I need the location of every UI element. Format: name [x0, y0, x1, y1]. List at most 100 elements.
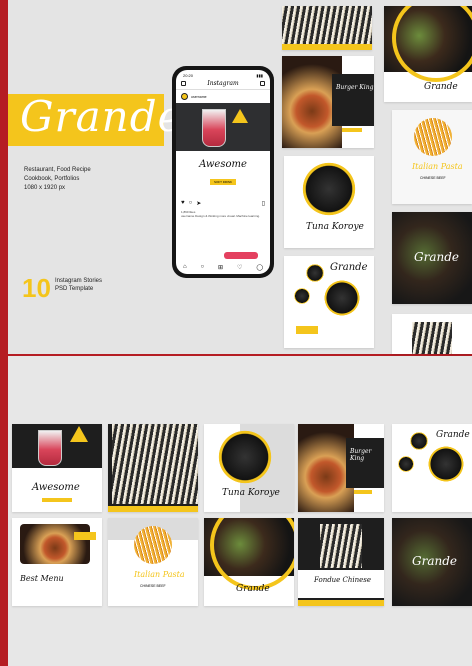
card-grande-trio: Grande [392, 424, 472, 512]
card-grande-dark: Grande [204, 518, 294, 606]
grande-title: Grande [424, 82, 458, 92]
accent-bar [42, 498, 72, 502]
notification-pill [224, 252, 258, 259]
accent-bar [74, 532, 96, 540]
card-noodle-top [282, 6, 372, 50]
grande-title: Grande [436, 430, 470, 440]
card-tuna: Tuna Koroye [284, 156, 374, 248]
phone-screen: 20:20 ▮▮▮ Instagram username Awesome SOF… [176, 70, 270, 274]
noodle-photo [112, 424, 198, 504]
card-best-menu: Best Menu [12, 518, 102, 606]
card-grande-night: Grande [392, 518, 472, 606]
template-description: Restaurant, Food Recipe Cookbook, Portfo… [24, 166, 91, 193]
card-grande-trio: Grande [284, 256, 374, 348]
noodle-photo [412, 322, 452, 354]
pasta-title: Italian Pasta [134, 570, 185, 579]
share-icon[interactable]: ➤ [196, 200, 201, 207]
bottom-nav: ⌂ ○ ⊞ ♡ ◯ [176, 264, 270, 271]
card-tuna: Tuna Koroye [204, 424, 294, 512]
pasta-subtitle: CHINESE BEEF [140, 584, 166, 588]
card-noodle [108, 424, 198, 512]
card-grande-dark: Grande [384, 6, 472, 102]
pasta-photo [414, 118, 452, 156]
desc-line: Restaurant, Food Recipe [24, 167, 91, 173]
accent-bar [342, 128, 362, 132]
heart-icon[interactable]: ♥ [181, 200, 185, 207]
awesome-title: Awesome [32, 482, 80, 493]
status-time: 20:20 [183, 73, 194, 78]
plate-photo [306, 264, 324, 282]
accent-bar [108, 506, 198, 512]
stories-count: 10 [22, 273, 51, 303]
instagram-header: Instagram [176, 78, 270, 90]
plate-photo [428, 446, 464, 482]
card-fondue: Fondue Chinese [298, 518, 384, 606]
drink-glass [202, 109, 226, 147]
camera-icon[interactable] [181, 81, 186, 86]
stories-line: Instagram Stories [55, 278, 103, 284]
drink-glass [38, 430, 62, 466]
card-noodle-bottom [392, 314, 472, 354]
battery-icon: ▮▮▮ [256, 73, 263, 78]
profile-icon[interactable]: ◯ [256, 264, 263, 271]
pasta-title: Italian Pasta [412, 162, 463, 171]
title-box [346, 438, 384, 488]
post-subtitle: SOFT DRINK [209, 179, 237, 185]
add-icon[interactable]: ⊞ [218, 264, 223, 271]
grande-title: Grande [236, 584, 270, 594]
avatar[interactable] [181, 93, 188, 100]
post-caption-card: Awesome SOFT DRINK [176, 151, 270, 197]
plate-photo [410, 432, 428, 450]
card-burger: Burger King [282, 56, 374, 148]
card-burger: Burger King [298, 424, 384, 512]
pasta-subtitle: CHINESE BEEF [420, 176, 446, 180]
preview-panel-bottom: Awesome Tuna Koroye Burger King Grande B… [8, 356, 472, 666]
pasta-photo [134, 526, 172, 564]
plate-photo [218, 430, 272, 484]
plate-photo [294, 288, 310, 304]
search-icon[interactable]: ○ [201, 264, 205, 271]
like-icon[interactable]: ♡ [237, 264, 242, 271]
accent-bar [296, 326, 318, 334]
card-awesome: Awesome [12, 424, 102, 512]
instagram-logo: Instagram [207, 80, 239, 87]
bookmark-icon[interactable]: ▯ [262, 200, 265, 207]
grande-title: Grande [414, 250, 459, 264]
plate-photo [398, 456, 414, 472]
title-box [332, 74, 374, 126]
plate-photo [302, 162, 356, 216]
burger-title: Burger King [336, 84, 374, 91]
accent-bar [354, 490, 372, 494]
card-pasta: Italian Pasta CHINESE BEEF [108, 518, 198, 606]
post-caption: username Design & thinking more visual. … [181, 214, 261, 218]
desc-line: Cookbook, Portfolios [24, 176, 80, 182]
burger-title: Burger King [350, 448, 372, 462]
best-menu-title: Best Menu [20, 574, 64, 583]
preview-panel-top: Grande Restaurant, Food Recipe Cookbook,… [8, 0, 472, 354]
grande-title: Grande [412, 554, 457, 568]
card-grande-night: Grande [392, 212, 472, 304]
post-title: Awesome [199, 159, 247, 170]
desc-line: 1080 x 1920 px [24, 185, 66, 191]
post-actions: ♥ ○ ➤ ▯ [176, 197, 270, 210]
post-image[interactable]: Awesome SOFT DRINK [176, 103, 270, 197]
tuna-title: Tuna Koroye [222, 488, 280, 498]
stories-line: PSD Template [55, 286, 94, 292]
tuna-title: Tuna Koroye [306, 222, 364, 232]
phone-mockup: 20:20 ▮▮▮ Instagram username Awesome SOF… [172, 66, 274, 278]
yellow-ring [210, 518, 294, 590]
status-bar: 20:20 ▮▮▮ [176, 70, 270, 78]
post-header: username [176, 90, 270, 103]
soup-photo [20, 524, 90, 564]
noodle-photo [320, 524, 362, 568]
caption-box [298, 570, 384, 598]
home-icon[interactable]: ⌂ [183, 264, 187, 271]
card-pasta: Italian Pasta CHINESE BEEF [392, 110, 472, 204]
plate-photo [324, 280, 360, 316]
direct-icon[interactable] [260, 81, 265, 86]
grande-title: Grande [330, 262, 368, 273]
post-username[interactable]: username [191, 95, 207, 99]
accent-bar [298, 600, 384, 606]
brand-title: Grande [20, 92, 184, 141]
comment-icon[interactable]: ○ [189, 200, 193, 207]
